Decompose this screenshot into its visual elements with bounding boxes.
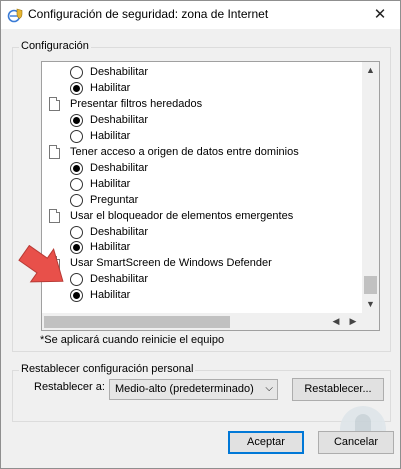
radio-label: Habilitar [90,289,131,302]
radio-option[interactable]: Deshabilitar [70,224,148,240]
radio-option[interactable]: Habilitar [70,287,130,303]
reset-group-label: Restablecer configuración personal [19,363,196,375]
radio-label: Habilitar [90,241,131,254]
radio-label: Deshabilitar [90,161,149,174]
document-icon [49,144,60,159]
restart-note: *Se aplicará cuando reinicie el equipo [40,334,225,346]
radio-unchecked-icon[interactable] [70,193,83,207]
category-row: Usar SmartScreen de Windows Defender [49,255,272,271]
radio-checked-icon[interactable] [70,289,83,303]
scroll-up-icon[interactable]: ▲ [362,62,379,78]
radio-label: Deshabilitar [90,225,149,238]
radio-label: Habilitar [90,177,131,190]
reset-level-value: Medio-alto (predeterminado) [115,383,254,395]
category-row: Usar el bloqueador de elementos emergent… [49,208,293,224]
settings-tree-list[interactable]: Deshabilitar Habilitar Presentar filtros h… [41,61,380,331]
ok-button[interactable]: Aceptar [228,431,304,454]
radio-label: Habilitar [90,81,131,94]
cancel-button[interactable]: Cancelar [318,431,394,454]
radio-checked-icon[interactable] [70,81,83,95]
reset-button[interactable]: Restablecer... [292,378,384,401]
scroll-right-icon[interactable]: ▶ [345,313,361,330]
close-icon[interactable]: ✕ [360,1,400,29]
document-icon [49,96,60,111]
radio-option[interactable]: Habilitar [70,239,130,255]
radio-option[interactable]: Deshabilitar [70,160,148,176]
radio-option[interactable]: Deshabilitar [70,64,148,80]
chevron-down-icon: ⌵ [265,383,273,394]
vertical-scroll-thumb[interactable] [364,276,377,294]
category-label: Usar el bloqueador de elementos emergent… [70,209,294,222]
category-label: Usar SmartScreen de Windows Defender [70,257,272,270]
title-bar: Configuración de seguridad: zona de Inte… [1,1,400,29]
window-title: Configuración de seguridad: zona de Inte… [28,7,269,21]
radio-label: Deshabilitar [90,113,149,126]
reset-to-label: Restablecer a: [34,381,105,393]
radio-checked-icon[interactable] [70,113,83,127]
radio-option[interactable]: Deshabilitar [70,271,148,287]
radio-unchecked-icon[interactable] [70,66,83,79]
radio-label: Deshabilitar [90,66,149,78]
security-settings-dialog: Configuración de seguridad: zona de Inte… [0,0,401,469]
horizontal-scroll-thumb[interactable] [44,316,230,328]
ie-shield-icon [7,8,23,23]
radio-label: Preguntar [90,193,139,206]
red-arrow-icon [18,245,64,283]
scroll-down-icon[interactable]: ▼ [362,296,379,312]
radio-label: Deshabilitar [90,273,149,286]
category-label: Tener acceso a origen de datos entre dom… [70,145,299,158]
vertical-scrollbar[interactable]: ▲ ▼ [362,62,379,313]
radio-unchecked-icon[interactable] [70,129,83,143]
category-label: Presentar filtros heredados [70,97,203,110]
horizontal-scrollbar[interactable]: ◀ ▶ [42,313,379,330]
document-icon [49,208,60,223]
radio-checked-icon[interactable] [70,161,83,175]
reset-level-select[interactable]: Medio-alto (predeterminado) ⌵ [109,379,278,400]
radio-option[interactable]: Preguntar [70,192,138,208]
radio-option[interactable]: Habilitar [70,176,130,192]
radio-label: Habilitar [90,129,131,142]
category-row: Tener acceso a origen de datos entre dom… [49,144,299,160]
radio-option[interactable]: Deshabilitar [70,112,148,128]
radio-unchecked-icon[interactable] [70,177,83,191]
radio-unchecked-icon[interactable] [70,225,83,239]
radio-option[interactable]: Habilitar [70,128,130,144]
scroll-left-icon[interactable]: ◀ [328,313,344,330]
settings-group-label: Configuración [19,40,91,52]
radio-option[interactable]: Habilitar [70,80,130,96]
category-row: Presentar filtros heredados [49,96,202,112]
